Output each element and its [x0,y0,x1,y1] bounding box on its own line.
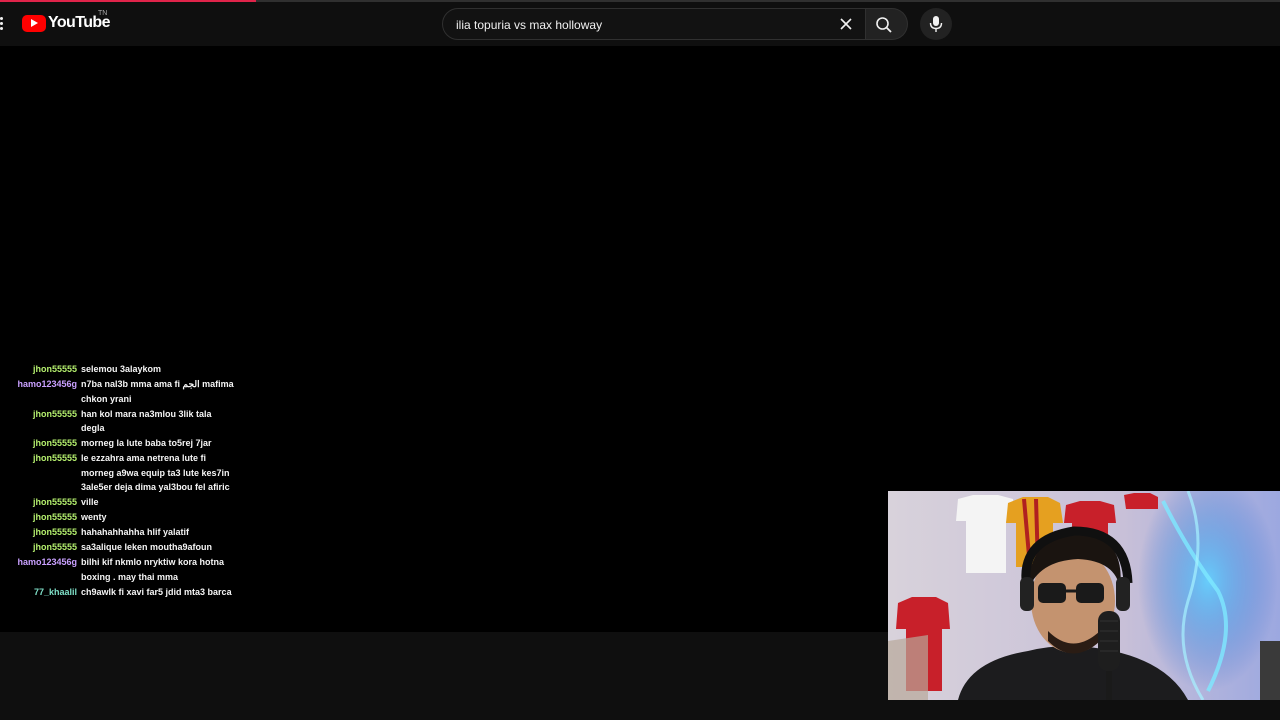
chat-username: jhon55555 [32,527,77,537]
chat-message: jhon55555 han kol mara na3mlou 3lik tala … [0,407,240,436]
chat-username: 77_khaalil [33,586,77,597]
chat-message-text: ville [81,497,99,507]
chat-message: hamo123456g n7ba nal3b mma ama fi الجم ma… [0,377,240,406]
chat-message: hamo123456g bilhi kif nkmlo nryktiw kora … [0,555,240,584]
search-input[interactable]: ilia topuria vs max holloway [456,18,602,32]
chat-message: jhon55555 ville [0,495,240,510]
chat-message: jhon55555 morneg la lute baba to5rej 7jar [0,436,240,451]
webcam-image [888,491,1280,700]
chat-overlay: jhon55555 selemou 3alaykom hamo123456g n7ba… [0,362,240,600]
voice-search-button[interactable] [920,8,952,40]
chat-username: jhon55555 [32,497,77,507]
chat-message: jhon55555 selemou 3alaykom [0,362,240,377]
chat-username: jhon55555 [32,438,77,448]
chat-message-text: morneg la lute baba to5rej 7jar [81,438,212,448]
chat-message: jhon55555 sa3alique leken moutha9afoun [0,540,240,555]
play-logo-icon [22,14,46,32]
search-icon [876,17,892,33]
chat-message-text: n7ba nal3b mma ama fi الجم mafima chkon … [81,379,234,404]
chat-message: jhon55555 le ezzahra ama netrena lute fi … [0,451,240,495]
chat-message-text: le ezzahra ama netrena lute fi morneg a9… [81,453,230,492]
chat-username: jhon55555 [32,512,77,522]
youtube-logo[interactable]: YouTube TN [22,10,110,33]
chat-message: jhon55555 wenty [0,510,240,525]
chat-message: jhon55555 hahahahhahha hlif yalatif [0,525,240,540]
logo-country-code: TN [98,10,108,17]
chat-username: jhon55555 [32,408,77,419]
masthead: YouTube TN ilia topuria vs max holloway [0,2,1280,46]
chat-username: hamo123456g [17,557,77,567]
chat-message-text: wenty [81,512,107,522]
search-box[interactable]: ilia topuria vs max holloway [442,8,866,40]
menu-icon[interactable] [0,17,4,31]
chat-username: jhon55555 [32,542,77,552]
chat-message-text: bilhi kif nkmlo nryktiw kora hotna boxin… [81,557,225,582]
microphone-icon [929,16,943,32]
chat-message-text: sa3alique leken moutha9afoun [81,542,213,552]
webcam-overlay [888,491,1280,700]
chat-message-text: hahahahhahha hlif yalatif [81,527,190,537]
chat-message-text: han kol mara na3mlou 3lik tala degla [81,408,212,434]
chat-username: hamo123456g [17,379,77,389]
chat-message-text: selemou 3alaykom [81,364,162,374]
chat-message: 77_khaalil ch9awlk fi xavi far5 jdid mta3… [0,585,240,600]
page: YouTube TN ilia topuria vs max holloway … [0,0,1280,720]
chat-message-text: ch9awlk fi xavi far5 jdid mta3 barca [81,586,232,597]
chat-username: jhon55555 [32,453,77,463]
search-button[interactable] [866,8,908,40]
chat-username: jhon55555 [32,364,77,374]
close-icon[interactable] [839,17,853,31]
